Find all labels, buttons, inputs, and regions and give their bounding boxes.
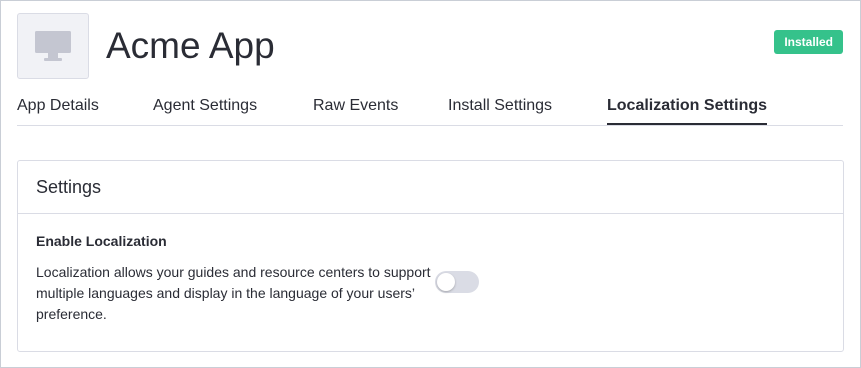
- monitor-icon: [35, 31, 71, 61]
- tab-raw-events[interactable]: Raw Events: [313, 96, 398, 116]
- setting-description: Localization allows your guides and reso…: [36, 264, 431, 322]
- setting-label: Enable Localization: [36, 233, 167, 249]
- tab-install-settings[interactable]: Install Settings: [448, 96, 552, 116]
- settings-card: Settings Enable Localization Localizatio…: [17, 160, 844, 352]
- tab-agent-settings[interactable]: Agent Settings: [153, 96, 257, 116]
- localization-toggle[interactable]: [435, 271, 479, 293]
- app-icon-tile: [17, 13, 89, 79]
- card-title: Settings: [18, 161, 843, 214]
- tab-app-details[interactable]: App Details: [17, 96, 99, 116]
- status-badge: Installed: [774, 30, 843, 54]
- tab-bar: App Details Agent Settings Raw Events In…: [17, 92, 843, 126]
- app-settings-panel: Acme App Installed App Details Agent Set…: [0, 0, 861, 368]
- tab-localization-settings[interactable]: Localization Settings: [607, 96, 768, 125]
- toggle-knob: [437, 273, 455, 291]
- app-title: Acme App: [106, 25, 275, 66]
